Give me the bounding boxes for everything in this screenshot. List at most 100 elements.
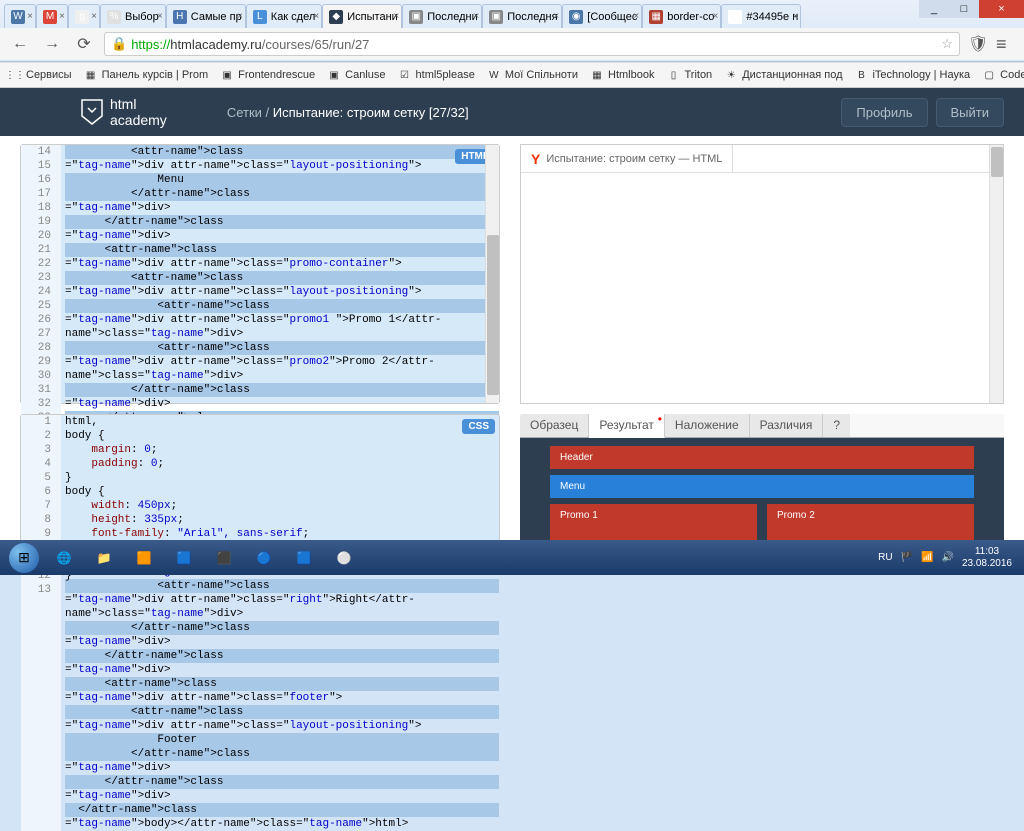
preview-tab-title: Испытание: строим сетку — HTML [546, 153, 722, 165]
forward-button[interactable]: → [40, 32, 64, 56]
bookmark-label: Сервисы [26, 69, 72, 81]
tab-help[interactable]: ? [823, 414, 850, 437]
browser-tab-7[interactable]: ▣Последни× [402, 4, 482, 28]
taskbar-yandex[interactable]: ⚪ [324, 543, 364, 573]
content-area: HTML 14151617181920212223242526272829303… [0, 136, 1024, 558]
window-minimize-button[interactable]: _ [919, 0, 949, 18]
tab-result[interactable]: Результат [589, 414, 665, 438]
browser-tab-9[interactable]: ◉[Сообщес× [562, 4, 642, 28]
tab-label: Испытани [347, 11, 398, 23]
chrome-menu-icon[interactable]: ≡ [996, 34, 1016, 55]
tab-close-icon[interactable]: × [313, 11, 319, 22]
tray-clock[interactable]: 11:03 23.08.2016 [962, 546, 1012, 570]
back-button[interactable]: ← [8, 32, 32, 56]
start-button[interactable]: ⊞ [4, 540, 44, 575]
browser-tab-5[interactable]: LКак сдел× [246, 4, 322, 28]
tab-favicon-icon: H [173, 10, 187, 24]
bookmark-favicon-icon: ▣ [220, 68, 234, 82]
bookmark-item-7[interactable]: ▯Triton [666, 68, 712, 82]
preview-tab[interactable]: Y Испытание: строим сетку — HTML [521, 145, 733, 172]
browser-tab-11[interactable]: ○ #34495e н× [721, 4, 801, 28]
htmlacademy-logo[interactable]: html academy [80, 96, 167, 128]
tab-close-icon[interactable]: × [393, 11, 399, 22]
url-bar[interactable]: 🔒 https://htmlacademy.ru/courses/65/run/… [104, 32, 960, 56]
logo-text-1: html [110, 96, 167, 112]
taskbar-explorer[interactable]: 📁 [84, 543, 124, 573]
tray-volume-icon[interactable]: 🔊 [941, 552, 953, 563]
bookmark-item-1[interactable]: ▦Панель курсів | Prom [84, 68, 209, 82]
result-tabs: Образец Результат Наложение Различия ? [520, 414, 1004, 438]
breadcrumb-root[interactable]: Сетки [227, 105, 262, 120]
tab-sample[interactable]: Образец [520, 414, 589, 437]
tab-close-icon[interactable]: × [713, 11, 719, 22]
tab-label: Последни [427, 11, 477, 23]
tab-favicon-icon: W [11, 10, 25, 24]
taskbar-app1[interactable]: 🟧 [124, 543, 164, 573]
taskbar-chrome[interactable]: 🔵 [244, 543, 284, 573]
browser-tab-3[interactable]: %Выбор× [100, 4, 166, 28]
tab-close-icon[interactable]: × [27, 11, 33, 22]
tab-label: border-co [667, 11, 714, 23]
tab-favicon-icon: g [75, 10, 89, 24]
tab-favicon-icon: ○ [728, 10, 742, 24]
tab-close-icon[interactable]: × [633, 11, 639, 22]
browser-tab-2[interactable]: g× [68, 4, 100, 28]
bookmarks-bar: ⋮⋮Сервисы ▦Панель курсів | Prom ▣ Frontendr… [0, 62, 1024, 88]
bookmark-item-5[interactable]: WМої Спільноти [487, 68, 578, 82]
preview-promo1-box: Promo 1 [550, 504, 757, 544]
shield-icon[interactable]: 🛡 [968, 34, 988, 54]
preview-scrollbar[interactable] [989, 145, 1003, 403]
bookmark-label: Triton [684, 69, 712, 81]
reload-button[interactable]: ⟳ [72, 32, 96, 56]
preview-box: Y Испытание: строим сетку — HTML [520, 144, 1004, 404]
url-path: /courses/65/run/27 [262, 37, 370, 52]
tab-close-icon[interactable]: × [157, 11, 163, 22]
tray-network-icon[interactable]: 📶 [921, 552, 933, 563]
taskbar-ie[interactable]: 🌐 [44, 543, 84, 573]
bookmark-star-icon[interactable]: ☆ [941, 36, 953, 52]
tab-diff[interactable]: Различия [750, 414, 824, 437]
bookmark-item-10[interactable]: ▢Codecademy [982, 68, 1024, 82]
browser-tab-4[interactable]: HСамые пр× [166, 4, 246, 28]
css-editor[interactable]: CSS 12345678910111213 html,body { margin… [20, 414, 500, 549]
bookmark-item-9[interactable]: BiTechnology | Наука [854, 68, 970, 82]
tab-overlay[interactable]: Наложение [665, 414, 750, 437]
bookmark-item-3[interactable]: ▣Canluse [327, 68, 385, 82]
html-scrollbar[interactable] [485, 145, 499, 403]
tab-close-icon[interactable]: × [473, 11, 479, 22]
taskbar-brackets[interactable]: ⬛ [204, 543, 244, 573]
browser-tab-1[interactable]: M× [36, 4, 68, 28]
window-maximize-button[interactable]: □ [949, 0, 979, 18]
tab-close-icon[interactable]: × [91, 11, 97, 22]
tray-flag-icon[interactable]: 🏴 [901, 552, 913, 563]
profile-button[interactable]: Профиль [841, 98, 927, 127]
tab-close-icon[interactable]: × [59, 11, 65, 22]
tray-lang[interactable]: RU [878, 552, 892, 563]
bookmark-favicon-icon: ☀ [724, 68, 738, 82]
logo-shield-icon [80, 98, 104, 126]
bookmark-item-4[interactable]: ☑html5please [398, 68, 475, 82]
bookmark-item-2[interactable]: ▣ Frontendrescue [220, 68, 315, 82]
tab-close-icon[interactable]: × [237, 11, 243, 22]
tab-close-icon[interactable]: × [553, 11, 559, 22]
right-panel: Y Испытание: строим сетку — HTML Образец… [520, 144, 1004, 558]
taskbar-app2[interactable]: 🟦 [164, 543, 204, 573]
preview-menu-box: Menu [550, 475, 974, 498]
browser-tab-10[interactable]: ▦border-co× [642, 4, 721, 28]
bookmark-item-8[interactable]: ☀Дистанционная под [724, 68, 842, 82]
nav-bar: ← → ⟳ 🔒 https://htmlacademy.ru/courses/6… [0, 28, 1024, 60]
tab-favicon-icon: L [253, 10, 267, 24]
bookmark-label: Frontendrescue [238, 69, 315, 81]
taskbar-photoshop[interactable]: 🟦 [284, 543, 324, 573]
bookmark-item-0[interactable]: ⋮⋮Сервисы [8, 68, 72, 82]
browser-tab-0[interactable]: W× [4, 4, 36, 28]
browser-tab-8[interactable]: ▣Последня× [482, 4, 562, 28]
tab-close-icon[interactable]: × [793, 11, 799, 22]
html-editor[interactable]: HTML 14151617181920212223242526272829303… [20, 144, 500, 404]
tab-label: #34495e н [746, 11, 798, 23]
logout-button[interactable]: Выйти [936, 98, 1005, 127]
browser-tab-6[interactable]: ◆Испытани× [322, 4, 402, 28]
bookmark-label: iTechnology | Наука [872, 69, 970, 81]
window-close-button[interactable]: × [979, 0, 1024, 18]
bookmark-item-6[interactable]: ▦Htmlbook [590, 68, 654, 82]
